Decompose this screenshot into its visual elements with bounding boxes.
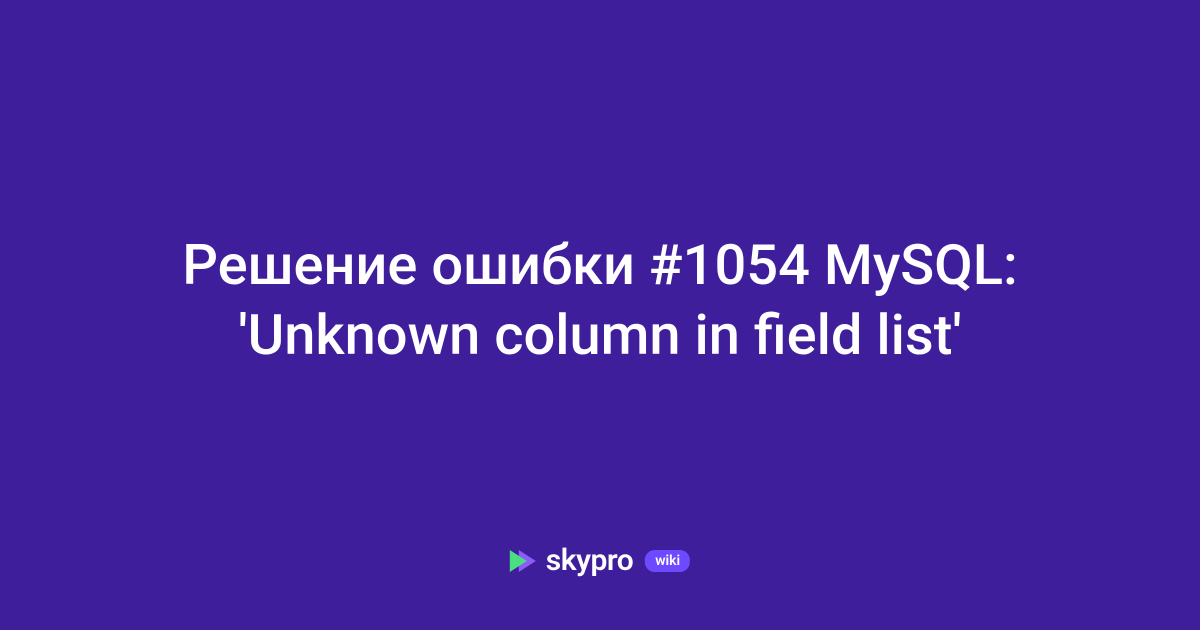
page-title: Решение ошибки #1054 MySQL: 'Unknown col… bbox=[140, 230, 1060, 370]
wiki-badge: wiki bbox=[645, 550, 690, 572]
play-icon-green bbox=[510, 550, 527, 572]
logo-container: skypro wiki bbox=[510, 543, 690, 578]
play-icon bbox=[510, 550, 536, 572]
logo-text: skypro bbox=[546, 543, 633, 578]
